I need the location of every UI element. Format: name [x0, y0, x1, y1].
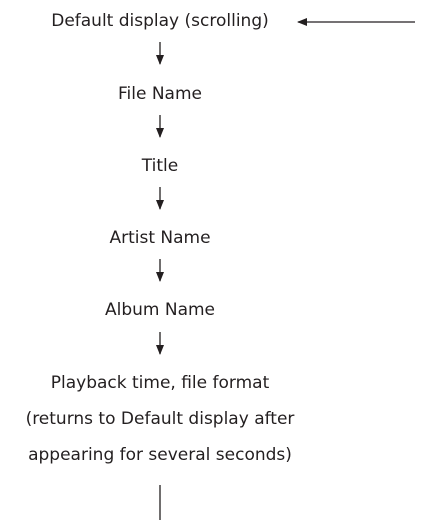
flow-connectors — [156, 18, 415, 520]
